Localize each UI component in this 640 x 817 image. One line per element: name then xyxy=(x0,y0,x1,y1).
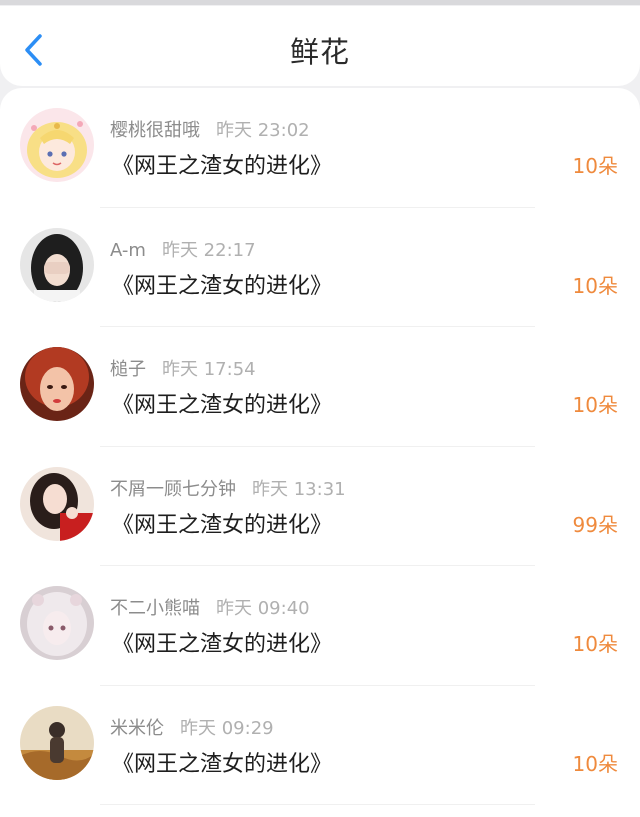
flower-count: 10朵 xyxy=(572,154,618,178)
username[interactable]: 不二小熊喵 xyxy=(110,598,200,619)
record-meta: A-m 昨天 22:17 xyxy=(110,236,256,262)
timestamp: 昨天 23:02 xyxy=(216,120,310,141)
record-meta: 米米伦 昨天 09:29 xyxy=(110,714,274,740)
list-item[interactable]: 槌子 昨天 17:54 《网王之渣女的进化》 10朵 xyxy=(0,327,640,447)
list-item[interactable]: A-m 昨天 22:17 《网王之渣女的进化》 10朵 xyxy=(0,208,640,327)
list-item[interactable]: 不二小熊喵 昨天 09:40 《网王之渣女的进化》 10朵 xyxy=(0,566,640,686)
username[interactable]: 槌子 xyxy=(110,359,146,380)
book-title[interactable]: 《网王之渣女的进化》 xyxy=(112,268,332,300)
timestamp: 昨天 09:40 xyxy=(216,598,310,619)
timestamp: 昨天 09:29 xyxy=(180,717,274,739)
flower-count: 10朵 xyxy=(572,751,618,776)
timestamp: 昨天 17:54 xyxy=(162,359,256,380)
list-item[interactable]: 米米伦 昨天 09:29 《网王之渣女的进化》 10朵 xyxy=(0,686,640,805)
flower-count: 10朵 xyxy=(572,273,618,298)
record-meta: 不屑一顾七分钟 昨天 13:31 xyxy=(110,475,346,501)
timestamp: 昨天 13:31 xyxy=(252,478,346,500)
book-title[interactable]: 《网王之渣女的进化》 xyxy=(112,507,332,539)
avatar[interactable] xyxy=(20,227,94,302)
record-meta: 樱桃很甜哦 昨天 23:02 xyxy=(110,116,310,142)
flower-count: 10朵 xyxy=(572,393,618,417)
book-title[interactable]: 《网王之渣女的进化》 xyxy=(112,148,332,180)
list-item[interactable]: 不屑一顾七分钟 昨天 13:31 《网王之渣女的进化》 99朵 xyxy=(0,447,640,566)
status-bar-divider xyxy=(0,0,640,5)
username[interactable]: A-m xyxy=(110,240,146,261)
record-meta: 不二小熊喵 昨天 09:40 xyxy=(110,594,310,620)
book-title[interactable]: 《网王之渣女的进化》 xyxy=(112,746,332,778)
avatar[interactable] xyxy=(20,347,94,421)
book-title[interactable]: 《网王之渣女的进化》 xyxy=(112,387,332,419)
nav-header: 鲜花 xyxy=(0,6,640,86)
avatar[interactable] xyxy=(20,108,94,182)
timestamp: 昨天 22:17 xyxy=(161,239,256,261)
username[interactable]: 樱桃很甜哦 xyxy=(110,120,200,141)
flower-count: 99朵 xyxy=(572,512,618,537)
record-meta: 槌子 昨天 17:54 xyxy=(110,355,256,381)
username[interactable]: 不屑一顾七分钟 xyxy=(110,479,236,500)
avatar[interactable] xyxy=(20,466,94,541)
page-title: 鲜花 xyxy=(289,35,350,69)
username[interactable]: 米米伦 xyxy=(110,718,164,739)
flower-record-list: 樱桃很甜哦 昨天 23:02 《网王之渣女的进化》 10朵 A-m 昨天 22:17… xyxy=(0,88,640,817)
list-item[interactable]: 樱桃很甜哦 昨天 23:02 《网王之渣女的进化》 10朵 xyxy=(0,88,640,208)
row-divider xyxy=(100,804,535,805)
flower-count: 10朵 xyxy=(572,632,618,656)
avatar[interactable] xyxy=(20,586,94,660)
book-title[interactable]: 《网王之渣女的进化》 xyxy=(112,626,332,658)
avatar[interactable] xyxy=(20,705,94,780)
